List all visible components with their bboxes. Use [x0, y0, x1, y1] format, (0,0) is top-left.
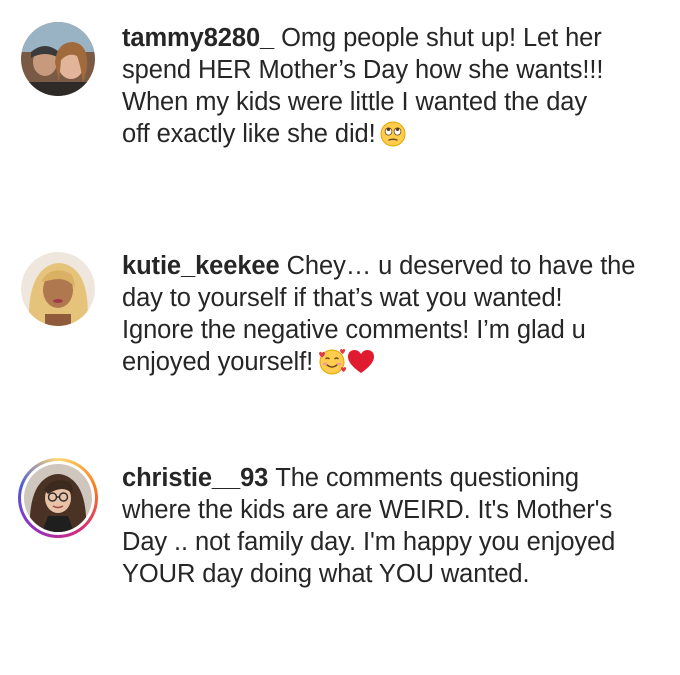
comment-line: day to yourself if that’s wat you wanted… [122, 284, 563, 312]
comment-line: YOUR day doing what YOU wanted. [122, 560, 530, 588]
comment-text: christie__93 The comments questioning whe… [122, 462, 662, 590]
comment-text: tammy8280_ Omg people shut up! Let her sp… [122, 22, 662, 150]
comment-username[interactable]: kutie_keekee [122, 252, 280, 280]
avatar[interactable] [21, 22, 95, 96]
comment-username[interactable]: christie__93 [122, 464, 268, 492]
avatar[interactable] [21, 252, 95, 326]
comment-text: kutie_keekee Chey… u deserved to have the… [122, 250, 662, 378]
comment-line: enjoyed yourself! [122, 348, 314, 376]
comment-line: Omg people shut up! Let her [281, 24, 602, 52]
comment-line: Chey… u deserved to have the [286, 252, 636, 280]
red-heart-icon [347, 349, 375, 375]
comment-line: where the kids are are WEIRD. It's Mothe… [122, 496, 613, 524]
comment-line: When my kids were little I wanted the da… [122, 88, 588, 116]
face-with-rolling-eyes-icon [380, 121, 406, 147]
avatar[interactable] [24, 464, 92, 532]
comment-username[interactable]: tammy8280_ [122, 24, 274, 52]
comment-line: Day .. not family day. I'm happy you enj… [122, 528, 616, 556]
comment-line: spend HER Mother’s Day how she wants!!! [122, 56, 604, 84]
story-ring[interactable] [18, 458, 98, 538]
comment-line: The comments questioning [275, 464, 580, 492]
comment-line: off exactly like she did! [122, 120, 376, 148]
smiling-face-with-hearts-icon [317, 347, 347, 375]
comment-line: Ignore the negative comments! I’m glad u [122, 316, 586, 344]
